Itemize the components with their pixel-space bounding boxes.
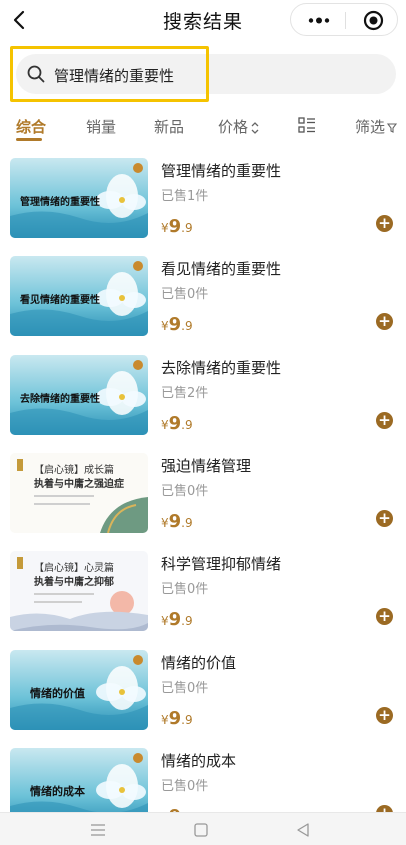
cover-text-line: [34, 593, 94, 595]
thumbnail-caption: 情绪的价值: [30, 687, 85, 700]
add-to-cart-button[interactable]: +: [376, 707, 393, 724]
add-to-cart-button[interactable]: +: [376, 313, 393, 330]
product-price: ¥9.9: [161, 413, 193, 434]
add-to-cart-button[interactable]: +: [376, 608, 393, 625]
thumbnail-caption: 情绪的成本: [30, 785, 85, 798]
system-navigation-bar: [0, 812, 406, 845]
close-miniprogram-button[interactable]: [363, 10, 384, 31]
cover-subtitle: 执着与中庸之强迫症: [34, 479, 124, 490]
more-dots-icon: [308, 17, 330, 24]
document-cover-image: 【启心镜】成长篇 执着与中庸之强迫症: [10, 453, 148, 533]
product-sold-count: 已售0件: [161, 582, 209, 597]
product-title: 情绪的价值: [161, 654, 237, 672]
product-price: ¥9.9: [161, 511, 193, 532]
product-title: 科学管理抑郁情绪: [161, 555, 282, 573]
product-title: 管理情绪的重要性: [161, 162, 282, 180]
cover-title: 【启心镜】成长篇: [34, 465, 114, 476]
product-thumbnail: 去除情绪的重要性: [10, 355, 148, 435]
product-title: 看见情绪的重要性: [161, 260, 282, 278]
cover-subtitle: 执着与中庸之抑郁: [34, 577, 114, 588]
grid-list-icon: [298, 117, 315, 133]
thumbnail-caption: 去除情绪的重要性: [20, 394, 100, 405]
product-price: ¥9.9: [161, 216, 193, 237]
add-circle-icon: +: [378, 706, 391, 724]
product-title: 去除情绪的重要性: [161, 359, 282, 377]
cover-text-line: [34, 503, 90, 505]
product-thumbnail: 【启心镜】心灵篇 执着与中庸之抑郁: [10, 551, 148, 631]
tab-sales[interactable]: 销量: [86, 116, 116, 137]
add-to-cart-button[interactable]: +: [376, 510, 393, 527]
product-item[interactable]: 【启心镜】心灵篇 执着与中庸之抑郁 科学管理抑郁情绪 已售0件 ¥9.9 +: [0, 551, 406, 649]
cover-title: 【启心镜】心灵篇: [34, 563, 114, 574]
product-item[interactable]: 【启心镜】成长篇 执着与中庸之强迫症 强迫情绪管理 已售0件 ¥9.9 +: [0, 453, 406, 551]
sort-tabs: 综合 销量 新品 价格 筛选: [0, 110, 406, 142]
thumbnail-caption: 看见情绪的重要性: [20, 295, 100, 306]
product-price: ¥9.9: [161, 609, 193, 630]
add-circle-icon: +: [378, 214, 391, 232]
layout-toggle-button[interactable]: [298, 116, 316, 134]
target-icon: [363, 10, 384, 31]
menu-icon[interactable]: [90, 823, 106, 837]
back-triangle-icon[interactable]: [296, 823, 310, 837]
product-title: 强迫情绪管理: [161, 457, 252, 475]
home-icon[interactable]: [194, 823, 208, 837]
product-sold-count: 已售0件: [161, 681, 209, 696]
product-thumbnail: 情绪的价值: [10, 650, 148, 730]
active-tab-indicator: [16, 138, 42, 141]
product-sold-count: 已售1件: [161, 189, 209, 204]
product-price: ¥9.9: [161, 708, 193, 729]
document-cover-image: 【启心镜】心灵篇 执着与中庸之抑郁: [10, 551, 148, 631]
product-thumbnail: 管理情绪的重要性: [10, 158, 148, 238]
tab-price-label: 价格: [218, 118, 249, 136]
tab-new[interactable]: 新品: [154, 116, 184, 137]
add-circle-icon: +: [378, 411, 391, 429]
add-circle-icon: +: [378, 312, 391, 330]
add-circle-icon: +: [378, 509, 391, 527]
search-input[interactable]: 管理情绪的重要性: [16, 54, 396, 94]
cover-text-line: [34, 601, 82, 603]
mini-program-capsule: [290, 3, 398, 36]
product-item[interactable]: 管理情绪的重要性 管理情绪的重要性 已售1件 ¥9.9 +: [0, 158, 406, 256]
thumbnail-caption: 管理情绪的重要性: [20, 197, 100, 208]
cover-text-line: [34, 495, 94, 497]
capsule-divider: [345, 12, 346, 29]
add-circle-icon: +: [378, 607, 391, 625]
tab-filter-label: 筛选: [355, 118, 386, 136]
product-title: 情绪的成本: [161, 752, 237, 770]
add-to-cart-button[interactable]: +: [376, 412, 393, 429]
sort-arrows-icon: [251, 121, 259, 134]
header: 搜索结果: [0, 0, 406, 42]
product-thumbnail: 【启心镜】成长篇 执着与中庸之强迫症: [10, 453, 148, 533]
product-item[interactable]: 情绪的价值 情绪的价值 已售0件 ¥9.9 +: [0, 650, 406, 748]
product-sold-count: 已售0件: [161, 287, 209, 302]
product-price: ¥9.9: [161, 314, 193, 335]
filter-icon: [387, 122, 398, 133]
more-button[interactable]: [305, 12, 333, 29]
tab-price[interactable]: 价格: [218, 116, 260, 137]
product-thumbnail: 看见情绪的重要性: [10, 256, 148, 336]
search-query-text: 管理情绪的重要性: [54, 67, 175, 85]
product-item[interactable]: 看见情绪的重要性 看见情绪的重要性 已售0件 ¥9.9 +: [0, 256, 406, 354]
tab-filter[interactable]: 筛选: [355, 116, 398, 137]
product-item[interactable]: 去除情绪的重要性 去除情绪的重要性 已售2件 ¥9.9 +: [0, 355, 406, 453]
product-sold-count: 已售2件: [161, 386, 209, 401]
add-to-cart-button[interactable]: +: [376, 215, 393, 232]
product-sold-count: 已售0件: [161, 484, 209, 499]
tab-comprehensive[interactable]: 综合: [16, 116, 46, 137]
search-icon: [27, 65, 45, 83]
product-sold-count: 已售0件: [161, 779, 209, 794]
